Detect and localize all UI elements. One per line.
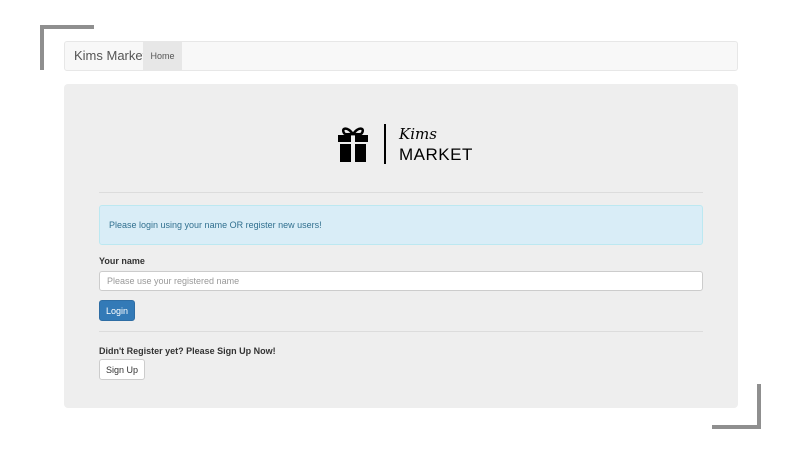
signup-prompt: Didn't Register yet? Please Sign Up Now! — [99, 346, 276, 356]
logo-text-market: MARKET — [399, 145, 473, 164]
nav-item-home[interactable]: Home — [143, 42, 182, 70]
gift-icon — [338, 127, 368, 162]
login-panel: Kims MARKET Please login using your name… — [64, 84, 738, 408]
login-button[interactable]: Login — [99, 300, 135, 321]
logo-divider — [384, 124, 386, 164]
corner-bracket-bottom-right — [712, 425, 761, 429]
corner-bracket-top-left — [40, 25, 44, 70]
name-label: Your name — [99, 256, 145, 266]
navbar-brand[interactable]: Kims Market — [74, 42, 146, 70]
navbar: Kims Market Home — [64, 41, 738, 71]
logo-text-kims: Kims — [399, 125, 437, 143]
divider — [99, 331, 703, 332]
corner-bracket-bottom-right — [757, 384, 761, 429]
info-alert: Please login using your name OR register… — [99, 205, 703, 245]
divider — [99, 192, 703, 193]
signup-button[interactable]: Sign Up — [99, 359, 145, 380]
name-input[interactable] — [99, 271, 703, 291]
corner-bracket-top-left — [40, 25, 94, 29]
kims-market-logo: Kims MARKET — [335, 124, 472, 166]
